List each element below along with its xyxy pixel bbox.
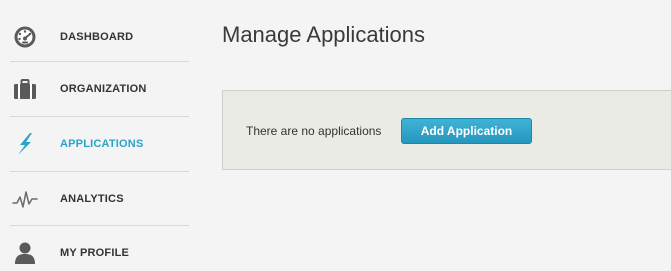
lightning-bolt-icon <box>10 129 40 159</box>
sidebar-item-label: DASHBOARD <box>60 31 134 43</box>
page-title: Manage Applications <box>222 22 426 47</box>
add-application-button[interactable]: Add Application <box>401 118 532 144</box>
applications-panel: There are no applications Add Applicatio… <box>222 90 671 170</box>
sidebar-item-dashboard[interactable]: DASHBOARD <box>10 10 189 64</box>
sidebar-item-organization[interactable]: ORGANIZATION <box>10 62 189 116</box>
sidebar-item-label: APPLICATIONS <box>60 138 144 150</box>
empty-state-message: There are no applications <box>246 124 382 138</box>
pulse-line-icon <box>10 184 40 214</box>
dashboard-gauge-icon <box>10 22 40 52</box>
sidebar-item-analytics[interactable]: ANALYTICS <box>10 172 189 226</box>
sidebar-item-my-profile[interactable]: MY PROFILE <box>10 226 189 271</box>
page: DASHBOARD ORGANIZATION APPLICATIONS ANAL… <box>0 0 671 271</box>
user-silhouette-icon <box>10 238 40 268</box>
sidebar-item-label: ORGANIZATION <box>60 83 147 95</box>
sidebar-item-applications[interactable]: APPLICATIONS <box>10 117 189 171</box>
sidebar-nav: DASHBOARD ORGANIZATION APPLICATIONS ANAL… <box>0 0 189 271</box>
briefcase-icon <box>10 74 40 104</box>
sidebar-item-label: MY PROFILE <box>60 247 130 259</box>
sidebar-item-label: ANALYTICS <box>60 193 124 205</box>
